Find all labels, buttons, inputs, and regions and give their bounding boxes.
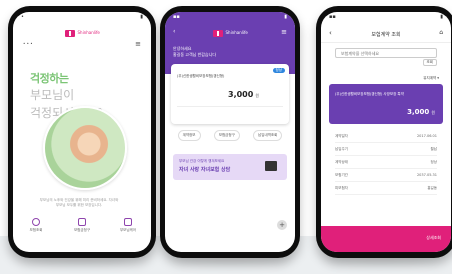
detail-value: 2017.06.01 bbox=[416, 134, 437, 138]
detail-label: 납입주기 bbox=[335, 146, 348, 151]
detail-value: 월납 bbox=[430, 146, 437, 151]
greeting-line-2: 홍길동 고객님 반갑습니다 bbox=[173, 52, 217, 57]
home-icon[interactable]: ⌂ bbox=[439, 29, 443, 36]
search-button[interactable]: 조회 bbox=[422, 59, 437, 66]
screen: ▪▪ ▮ 보험계약 조회 ‹ ⌂ 보험계약을 선택하세요 조회 유지계약 ▾ (… bbox=[321, 12, 451, 252]
policy-card[interactable]: 정상 (무)신한생활비보장보험(갱신형) 3,000 원 bbox=[171, 64, 289, 124]
divider bbox=[177, 106, 283, 107]
search-icon bbox=[32, 218, 40, 226]
page-indicator: • • • bbox=[23, 41, 33, 46]
menu-icon[interactable]: ≡ bbox=[135, 40, 141, 48]
phone-mockup-home: • ▮ Shinhanlife • • • ≡ 걱정하는 부모님이 걱정되시나요… bbox=[8, 6, 156, 258]
document-icon bbox=[124, 218, 132, 226]
add-button[interactable]: + bbox=[277, 220, 287, 230]
premium-amount: 3,000 원 bbox=[228, 90, 259, 99]
amount-value: 3,000 bbox=[228, 90, 254, 99]
nav-label: 보험조회 bbox=[29, 228, 43, 232]
brand-logo-icon bbox=[64, 29, 75, 37]
hero-line-1: 걱정하는 bbox=[30, 72, 69, 85]
detail-value: 2037.05.31 bbox=[416, 173, 437, 177]
signal-icon: ▪▪ bbox=[329, 14, 336, 20]
hero-description: 부모님의 노후와 건강을 위해 미리 준비하세요. 자녀와 부모님 모두를 위한… bbox=[39, 198, 119, 207]
nav-label: 보험금청구 bbox=[73, 228, 91, 232]
brand-logo-text: Shinhanlife bbox=[77, 30, 100, 35]
detail-view-label: 상세조회 bbox=[426, 235, 441, 240]
page-title: 보험계약 조회 bbox=[321, 26, 451, 43]
detail-value: 홍길동 bbox=[427, 185, 437, 190]
detail-label: 보험기간 bbox=[335, 172, 348, 177]
screen: • ▮ Shinhanlife • • • ≡ 걱정하는 부모님이 걱정되시나요… bbox=[13, 12, 151, 252]
promo-subtitle: 부모님 건강 이렇게 챙겨보세요 bbox=[179, 159, 225, 163]
hero-line-2: 부모님이 bbox=[30, 88, 75, 102]
amount-unit: 원 bbox=[255, 93, 259, 98]
nav-label: 부모님케어 bbox=[119, 228, 137, 232]
policy-title: (무)신한생활비보장보험(갱신형) bbox=[177, 74, 225, 78]
premium-amount: 3,000 원 bbox=[407, 108, 435, 116]
brand-logo-icon bbox=[212, 29, 223, 37]
logo: Shinhanlife bbox=[13, 26, 151, 40]
detail-label: 피보험자 bbox=[335, 185, 348, 190]
screen: ▪▪ ▮ ‹ Shinhanlife ≡ 안녕하세요 홍길동 고객님 반갑습니다… bbox=[165, 12, 295, 252]
detail-view-button[interactable]: 상세조회 bbox=[321, 226, 451, 252]
status-bar: • ▮ bbox=[13, 12, 151, 22]
detail-row: 납입주기 월납 bbox=[335, 143, 437, 156]
nav-item-search[interactable]: 보험조회 bbox=[21, 218, 51, 244]
home-icon bbox=[78, 218, 86, 226]
action-buttons: 계약정보 보험금청구 납입내역조회 bbox=[171, 130, 289, 141]
selected-policy-card[interactable]: (무)신한생활비보장보험(갱신형) 사망보장 특약 3,000 원 bbox=[329, 84, 443, 124]
status-bar: ▪▪ ▮ bbox=[321, 12, 451, 22]
battery-icon: ▮ bbox=[440, 14, 443, 20]
user-greeting: 안녕하세요 홍길동 고객님 반갑습니다 bbox=[173, 46, 216, 58]
contract-details: 계약일자 2017.06.01 납입주기 월납 계약상태 정상 보험기간 203… bbox=[335, 130, 437, 195]
payment-history-button[interactable]: 납입내역조회 bbox=[253, 130, 283, 141]
detail-row: 계약상태 정상 bbox=[335, 156, 437, 169]
status-badge: 정상 bbox=[272, 68, 285, 73]
battery-icon: ▮ bbox=[284, 14, 287, 20]
phone-mockup-contract: ▪▪ ▮ 보험계약 조회 ‹ ⌂ 보험계약을 선택하세요 조회 유지계약 ▾ (… bbox=[316, 6, 452, 258]
detail-value: 정상 bbox=[430, 159, 437, 164]
phone-mockup-dashboard: ▪▪ ▮ ‹ Shinhanlife ≡ 안녕하세요 홍길동 고객님 반갑습니다… bbox=[160, 6, 300, 258]
detail-row: 보험기간 2037.05.31 bbox=[335, 169, 437, 182]
back-icon[interactable]: ‹ bbox=[329, 29, 332, 37]
nav-item-document[interactable]: 부모님케어 bbox=[113, 218, 143, 244]
detail-label: 계약일자 bbox=[335, 133, 348, 138]
claim-button[interactable]: 보험금청구 bbox=[213, 130, 240, 141]
promo-banner[interactable]: 부모님 건강 이렇게 챙겨보세요 자녀 사랑 자녀보험 상담 bbox=[173, 154, 287, 180]
hands-photo bbox=[43, 106, 127, 190]
policy-title: (무)신한생활비보장보험(갱신형) 사망보장 특약 bbox=[335, 92, 404, 96]
amount-value: 3,000 bbox=[407, 108, 430, 116]
brand-logo-text: Shinhanlife bbox=[225, 30, 248, 35]
status-time: • bbox=[21, 14, 24, 20]
nav-item-home[interactable]: 보험금청구 bbox=[67, 218, 97, 244]
logo: Shinhanlife bbox=[165, 26, 295, 40]
signal-icon: ▪▪ bbox=[173, 14, 180, 20]
bottom-nav: 보험조회 보험금청구 부모님케어 bbox=[13, 218, 151, 244]
amount-unit: 원 bbox=[431, 110, 435, 115]
battery-icon: ▮ bbox=[140, 14, 143, 20]
detail-row: 피보험자 홍길동 bbox=[335, 182, 437, 195]
detail-row: 계약일자 2017.06.01 bbox=[335, 130, 437, 143]
calendar-icon bbox=[265, 161, 277, 171]
menu-icon[interactable]: ≡ bbox=[281, 28, 287, 36]
status-bar: ▪▪ ▮ bbox=[165, 12, 295, 22]
promo-title: 자녀 사랑 자녀보험 상담 bbox=[179, 167, 231, 173]
filter-dropdown[interactable]: 유지계약 ▾ bbox=[423, 76, 439, 81]
detail-label: 계약상태 bbox=[335, 159, 348, 164]
contract-info-button[interactable]: 계약정보 bbox=[177, 130, 201, 141]
contract-select[interactable]: 보험계약을 선택하세요 bbox=[335, 48, 437, 58]
